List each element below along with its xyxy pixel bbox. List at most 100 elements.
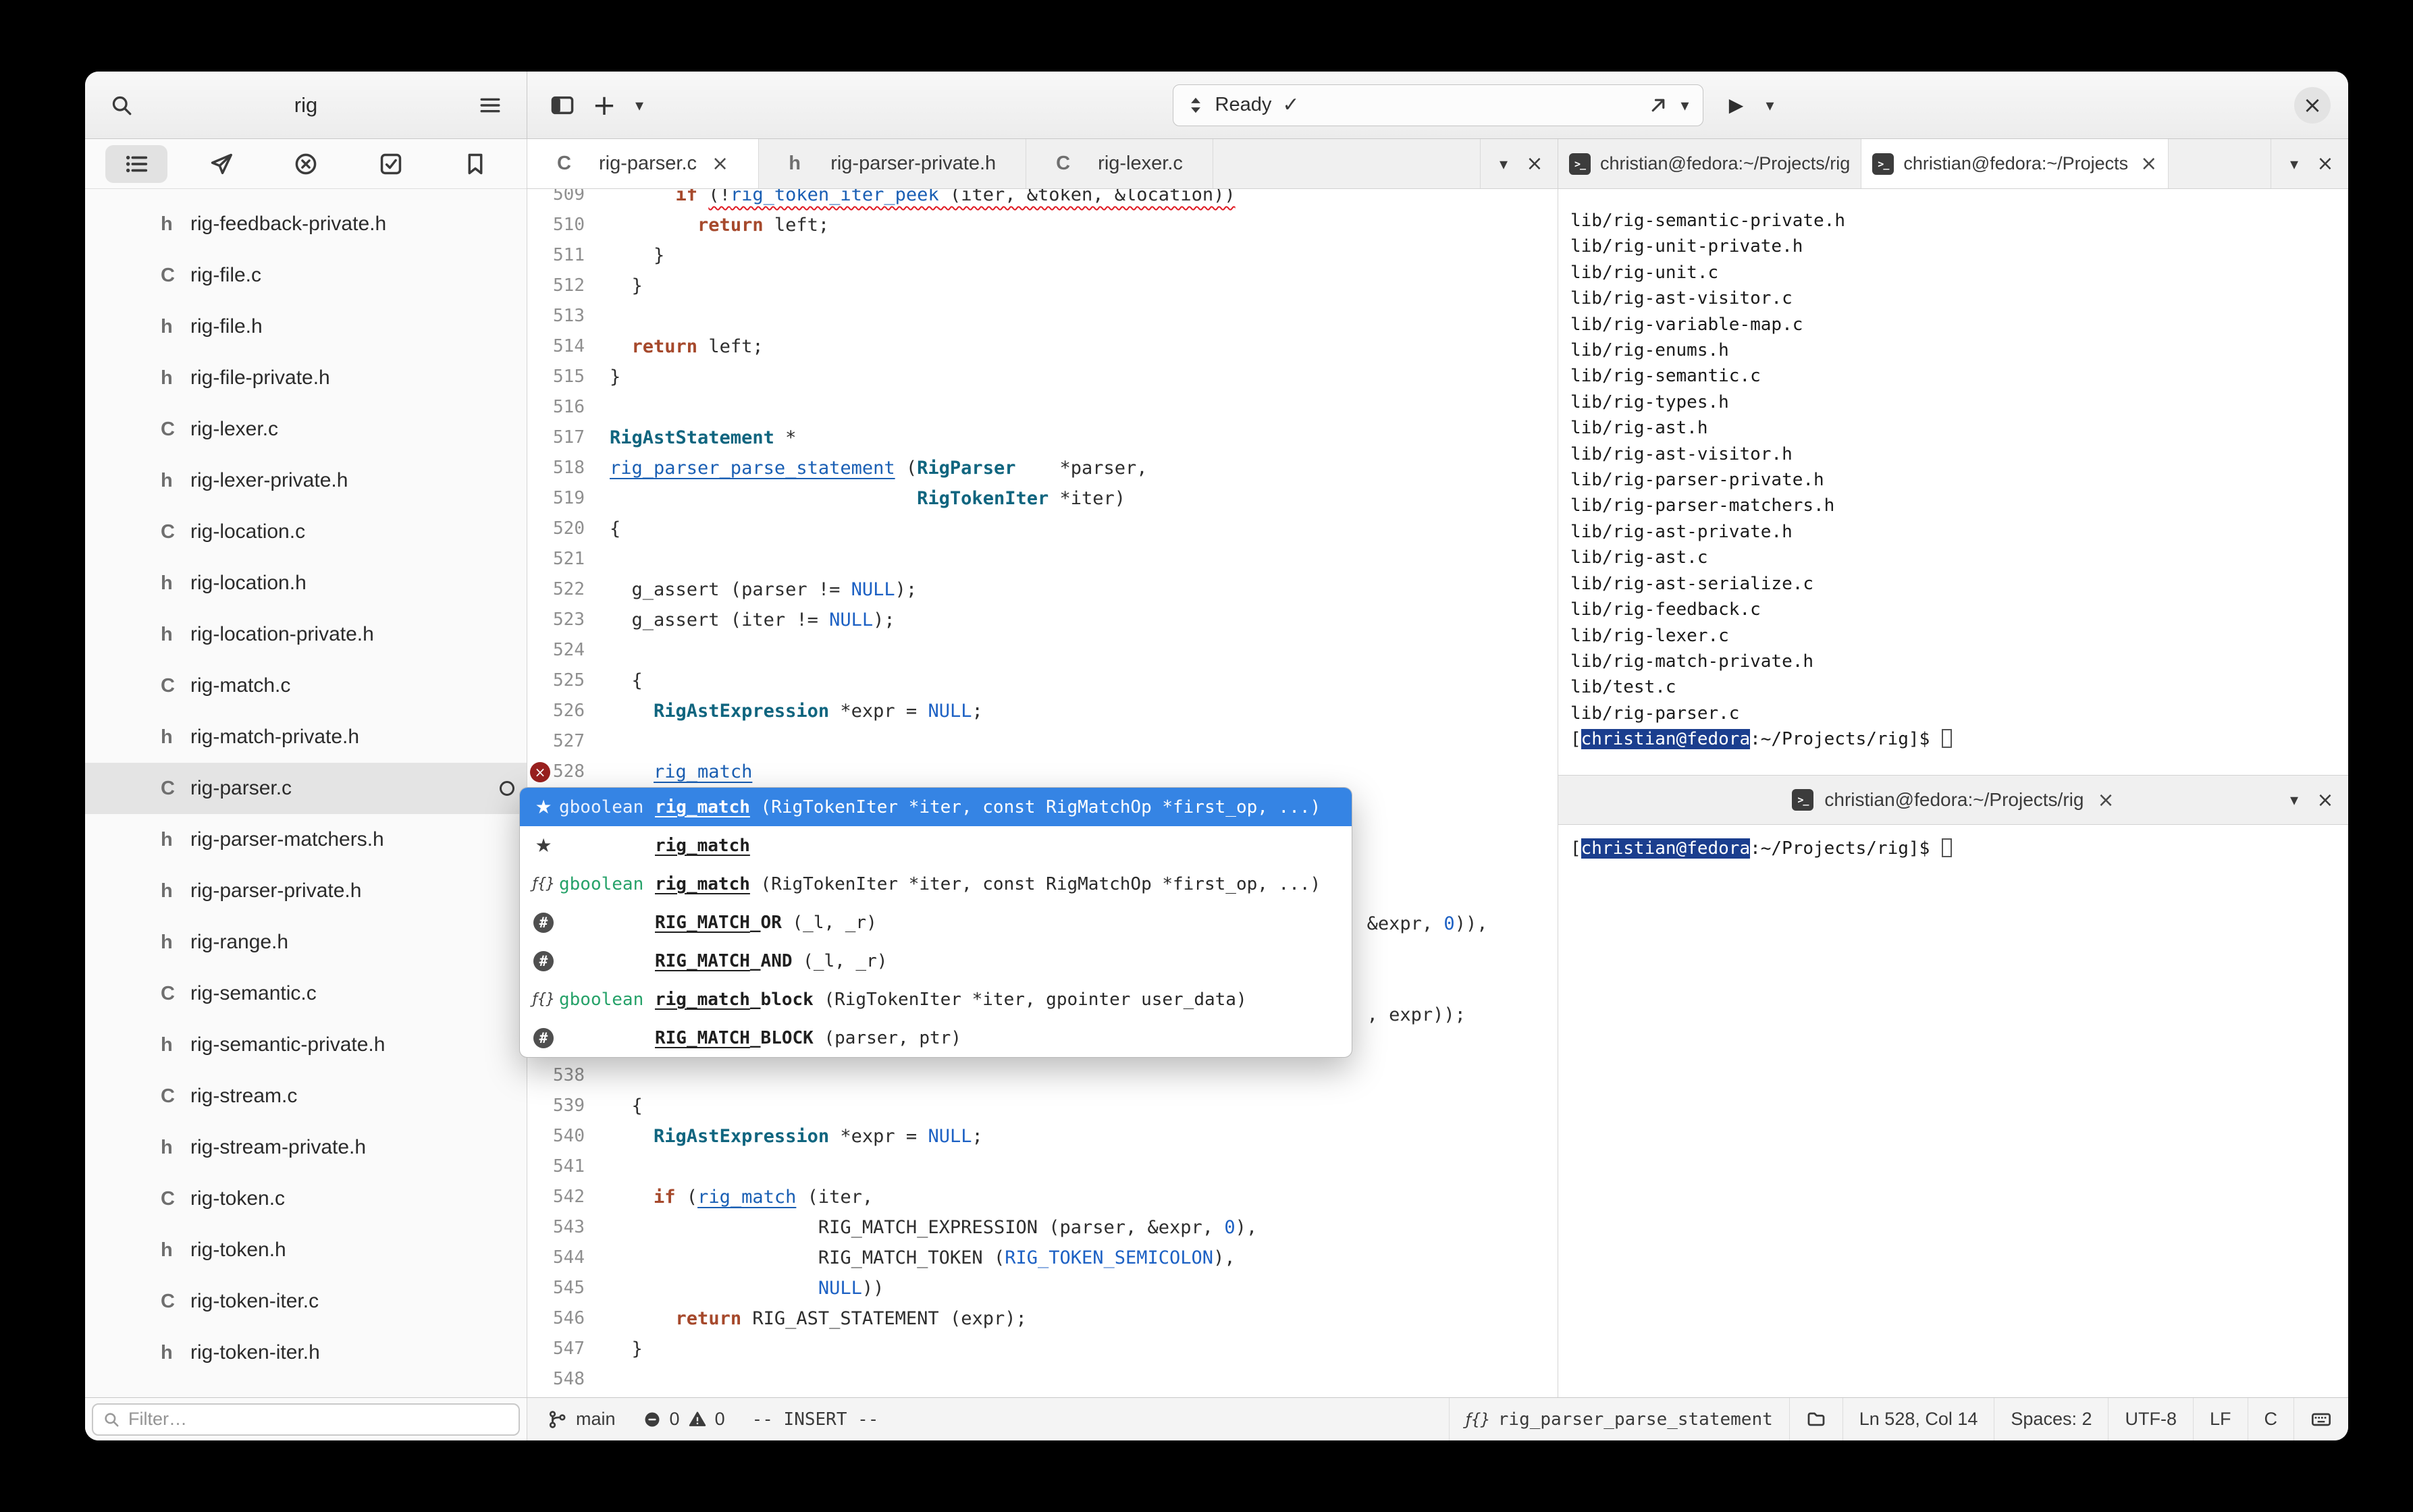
code-line[interactable]: 515}: [527, 362, 1558, 392]
diagnostics-indicator[interactable]: 0 0: [643, 1409, 725, 1430]
file-row[interactable]: Crig-token-iter.c: [85, 1276, 527, 1327]
file-row[interactable]: h rig-lexer-private.h: [85, 455, 527, 506]
code-line[interactable]: 511 }: [527, 240, 1558, 271]
file-row[interactable]: h rig-range.h: [85, 917, 527, 968]
code-line[interactable]: 547 }: [527, 1334, 1558, 1364]
code-line[interactable]: 528 × rig_match: [527, 757, 1558, 787]
file-row[interactable]: Crig-stream.c: [85, 1071, 527, 1122]
diagnostics-panel-button[interactable]: [275, 145, 337, 183]
file-row[interactable]: Crig-token.c: [85, 1173, 527, 1224]
code-line[interactable]: 525 {: [527, 666, 1558, 696]
completion-item[interactable]: ƒ{} gboolean rig_match (RigTokenIter *iter…: [520, 865, 1352, 903]
code-line[interactable]: 518 rig_parser_parse_statement (RigParser…: [527, 453, 1558, 483]
terminal-1[interactable]: lib/rig-semantic-private.h lib/rig-unit-p…: [1558, 189, 2348, 775]
code-line[interactable]: 544 RIG_MATCH_TOKEN (RIG_TOKEN_SEMICOLON…: [527, 1243, 1558, 1273]
editor-tab[interactable]: Crig-lexer.c: [1026, 139, 1213, 188]
file-row[interactable]: h rig-match-private.h: [85, 711, 527, 763]
todo-panel-button[interactable]: [360, 145, 422, 183]
open-pages-menu-button[interactable]: ▾: [1489, 145, 1518, 183]
code-line[interactable]: 542 if (rig_match (iter,: [527, 1182, 1558, 1212]
completion-item[interactable]: ƒ{} gboolean rig_match_block (RigTokenIter…: [520, 980, 1352, 1019]
code-line[interactable]: 522 g_assert (parser != NULL);: [527, 574, 1558, 605]
file-row[interactable]: Crig-lexer.c: [85, 404, 527, 455]
code-line[interactable]: 539 {: [527, 1091, 1558, 1121]
completion-item[interactable]: ★ rig_match: [520, 826, 1352, 865]
terminal-tab[interactable]: >_ christian@fedora:~/Projects/rig ×: [1792, 776, 2115, 824]
completion-item[interactable]: # RIG_MATCH_BLOCK (parser, ptr): [520, 1019, 1352, 1057]
file-row[interactable]: h rig-location-private.h: [85, 609, 527, 660]
run-menu-button[interactable]: ▾: [1758, 86, 1782, 124]
chevron-down-icon[interactable]: ▾: [1680, 96, 1689, 115]
file-row[interactable]: h rig-token-iter.h: [85, 1327, 527, 1378]
build-status-button[interactable]: Ready ✓ ▾: [1172, 84, 1703, 126]
code-line[interactable]: 523 g_assert (iter != NULL);: [527, 605, 1558, 635]
file-row[interactable]: Crig-file.c: [85, 250, 527, 301]
open-pages-menu-button[interactable]: ▾: [2279, 145, 2309, 183]
code-line[interactable]: 510 return left;: [527, 210, 1558, 240]
toggle-panel-button[interactable]: [543, 86, 581, 124]
branch-indicator[interactable]: main: [548, 1409, 616, 1430]
file-row[interactable]: h rig-file-private.h: [85, 352, 527, 404]
completion-item[interactable]: # RIG_MATCH_OR (_l, _r): [520, 903, 1352, 942]
search-button[interactable]: [103, 86, 140, 124]
code-line[interactable]: 521: [527, 544, 1558, 574]
code-line[interactable]: 519 RigTokenIter *iter): [527, 483, 1558, 514]
code-line[interactable]: 520 {: [527, 514, 1558, 544]
close-icon[interactable]: ×: [2140, 152, 2157, 176]
code-line[interactable]: 509 if (!rig_token_iter_peek (iter, &tok…: [527, 189, 1558, 210]
code-line[interactable]: 527: [527, 726, 1558, 757]
code-line[interactable]: 516: [527, 392, 1558, 423]
keyboard-indicator[interactable]: [2293, 1398, 2348, 1440]
bookmarks-panel-button[interactable]: [444, 145, 506, 183]
code-line[interactable]: 526 RigAstExpression *expr = NULL;: [527, 696, 1558, 726]
code-line[interactable]: 549: [527, 1395, 1558, 1397]
file-row[interactable]: h rig-file.h: [85, 301, 527, 352]
outline-panel-button[interactable]: [105, 144, 167, 183]
menu-button[interactable]: [471, 86, 509, 124]
close-frame-button[interactable]: ×: [1520, 145, 1549, 183]
code-line[interactable]: 541: [527, 1152, 1558, 1182]
export-arrow-icon[interactable]: [1647, 94, 1670, 117]
code-line[interactable]: 545 NULL)): [527, 1273, 1558, 1303]
file-row[interactable]: h rig-location.h: [85, 558, 527, 609]
open-pages-menu-button[interactable]: ▾: [2279, 781, 2309, 819]
cursor-position[interactable]: Ln 528, Col 14: [1842, 1398, 1994, 1440]
current-symbol[interactable]: ƒ{} rig_parser_parse_statement: [1448, 1398, 1789, 1440]
language-setting[interactable]: C: [2247, 1398, 2294, 1440]
close-frame-button[interactable]: ×: [2310, 781, 2340, 819]
code-line[interactable]: 512 }: [527, 271, 1558, 301]
file-row[interactable]: h rig-stream-private.h: [85, 1122, 527, 1173]
file-row[interactable]: h rig-token.h: [85, 1224, 527, 1276]
build-panel-button[interactable]: [190, 145, 253, 183]
completion-item[interactable]: # RIG_MATCH_AND (_l, _r): [520, 942, 1352, 980]
code-line[interactable]: 514 return left;: [527, 331, 1558, 362]
close-frame-button[interactable]: ×: [2310, 145, 2340, 183]
code-line[interactable]: 538: [527, 1060, 1558, 1091]
run-button[interactable]: ▶: [1722, 86, 1751, 124]
editor-tab[interactable]: Crig-parser.c ×: [527, 139, 760, 188]
new-document-button[interactable]: +: [585, 86, 623, 124]
file-row[interactable]: Crig-location.c: [85, 506, 527, 558]
code-line[interactable]: 540 RigAstExpression *expr = NULL;: [527, 1121, 1558, 1152]
project-folder-button[interactable]: [1788, 1398, 1842, 1440]
terminal-tab[interactable]: >_ christian@fedora:~/Projects ×: [1861, 139, 2169, 188]
file-row[interactable]: h rig-semantic-private.h: [85, 1019, 527, 1071]
window-close-button[interactable]: ×: [2294, 86, 2331, 124]
file-row[interactable]: Crig-parser.c: [85, 763, 527, 814]
code-line[interactable]: 546 return RIG_AST_STATEMENT (expr);: [527, 1303, 1558, 1334]
code-line[interactable]: 513: [527, 301, 1558, 331]
code-line[interactable]: 543 RIG_MATCH_EXPRESSION (parser, &expr,…: [527, 1212, 1558, 1243]
encoding-setting[interactable]: UTF-8: [2108, 1398, 2193, 1440]
close-icon[interactable]: ×: [712, 152, 728, 176]
code-line[interactable]: 517 RigAstStatement *: [527, 423, 1558, 453]
terminal-tab[interactable]: >_ christian@fedora:~/Projects/rig: [1558, 139, 1862, 188]
indentation-setting[interactable]: Spaces: 2: [1994, 1398, 2108, 1440]
file-row[interactable]: Crig-semantic.c: [85, 968, 527, 1019]
file-row[interactable]: Crig-match.c: [85, 660, 527, 711]
file-row[interactable]: h rig-feedback-private.h: [85, 198, 527, 250]
completion-item[interactable]: ★ gboolean rig_match (RigTokenIter *iter, …: [520, 788, 1352, 826]
editor-tab[interactable]: h rig-parser-private.h: [759, 139, 1027, 188]
file-row[interactable]: h rig-parser-matchers.h: [85, 814, 527, 865]
line-ending-setting[interactable]: LF: [2192, 1398, 2248, 1440]
filter-input[interactable]: Filter…: [92, 1403, 520, 1436]
